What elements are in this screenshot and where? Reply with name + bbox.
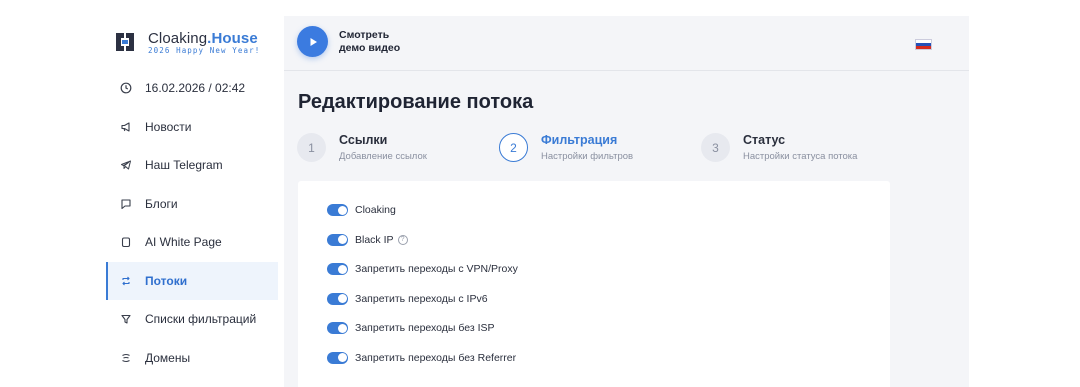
step-subtitle: Настройки статуса потока — [743, 151, 858, 162]
sidebar-item-label: Наш Telegram — [145, 158, 223, 173]
step-title: Ссылки — [339, 133, 388, 147]
play-icon — [310, 37, 317, 46]
cloaking-toggle[interactable] — [327, 204, 348, 216]
help-icon[interactable]: ? — [397, 234, 408, 245]
step-title: Фильтрация — [541, 133, 618, 147]
sidebar-item-flows[interactable]: Потоки — [106, 261, 278, 300]
step-title: Статус — [743, 133, 786, 147]
filter-label: Cloaking — [355, 204, 396, 216]
black-ip-toggle[interactable] — [327, 233, 348, 246]
filter-row-no-isp: Запретить переходы без ISP — [327, 319, 495, 337]
play-demo-button[interactable] — [297, 26, 328, 57]
brand-subtitle: 2026 Happy New Year! — [148, 46, 261, 55]
filter-label: Запретить переходы с VPN/Proxy — [355, 263, 518, 275]
brand-name: Cloaking.House — [148, 30, 258, 47]
sidebar-nav: 16.02.2026 / 02:42 Новости Наш Telegram … — [106, 69, 278, 377]
filter-row-cloaking: Cloaking — [327, 201, 396, 219]
no-isp-toggle[interactable] — [327, 322, 348, 334]
sidebar-item-label: AI White Page — [145, 235, 222, 250]
step-subtitle: Настройки фильтров — [541, 151, 634, 162]
step-number: 3 — [701, 133, 730, 162]
filter-row-ipv6: Запретить переходы с IPv6 — [327, 290, 488, 308]
brand-logo[interactable]: Cloaking.House 2026 Happy New Year! — [114, 28, 284, 58]
no-referrer-toggle[interactable] — [327, 351, 348, 364]
filter-icon — [120, 313, 132, 325]
demo-line-2: демо видео — [339, 42, 401, 54]
demo-line-1: Смотреть — [339, 29, 390, 41]
filter-row-no-referrer: Запретить переходы без Referrer — [327, 349, 516, 367]
filter-settings-card: Cloaking Black IP ? Запретить переходы с… — [298, 181, 890, 387]
flows-icon — [120, 275, 132, 287]
megaphone-icon — [120, 121, 132, 133]
sidebar-item-label: Потоки — [145, 273, 188, 288]
telegram-icon — [120, 159, 132, 171]
filter-label: Запретить переходы с IPv6 — [355, 292, 488, 305]
sidebar-item-label: Домены — [145, 350, 191, 365]
page-title: Редактирование потока — [298, 91, 534, 113]
step-subtitle: Добавление ссылок — [339, 151, 427, 162]
sidebar-item-telegram[interactable]: Наш Telegram — [106, 146, 278, 185]
filter-row-vpn-proxy: Запретить переходы с VPN/Proxy — [327, 260, 518, 278]
sidebar-item-news[interactable]: Новости — [106, 108, 278, 147]
main-content: Смотреть демо видео Редактирование поток… — [284, 16, 969, 387]
filter-label: Запретить переходы без ISP — [355, 322, 495, 334]
step-number: 1 — [297, 133, 326, 162]
chat-bubble-icon — [120, 198, 132, 210]
filter-label: Black IP — [355, 233, 394, 246]
sidebar-item-filter-lists[interactable]: Списки фильтраций — [106, 300, 278, 339]
russia-flag-icon[interactable] — [915, 39, 932, 50]
page-icon — [120, 236, 132, 248]
sidebar: Cloaking.House 2026 Happy New Year! 16.0… — [106, 0, 278, 387]
logo-mark-icon — [116, 33, 134, 51]
demo-video-link[interactable]: Смотреть демо видео — [339, 29, 400, 55]
ipv6-toggle[interactable] — [327, 292, 348, 305]
domains-icon — [120, 352, 132, 364]
stepper: 1 Ссылки Добавление ссылок 2 Фильтрация … — [297, 131, 917, 167]
filter-label: Запретить переходы без Referrer — [355, 351, 517, 364]
topbar: Смотреть демо видео — [284, 16, 969, 71]
sidebar-item-blogs[interactable]: Блоги — [106, 185, 278, 224]
sidebar-datetime: 16.02.2026 / 02:42 — [106, 69, 278, 108]
vpn-proxy-toggle[interactable] — [327, 263, 348, 275]
sidebar-item-ai-white-page[interactable]: AI White Page — [106, 223, 278, 262]
clock-icon — [120, 82, 132, 94]
sidebar-item-label: Новости — [145, 119, 192, 134]
sidebar-item-label: Списки фильтраций — [145, 312, 257, 327]
sidebar-item-label: Блоги — [145, 196, 178, 211]
filter-row-black-ip: Black IP ? — [327, 231, 408, 249]
step-number: 2 — [499, 133, 528, 162]
sidebar-item-domains[interactable]: Домены — [106, 339, 278, 378]
datetime-label: 16.02.2026 / 02:42 — [145, 81, 246, 96]
